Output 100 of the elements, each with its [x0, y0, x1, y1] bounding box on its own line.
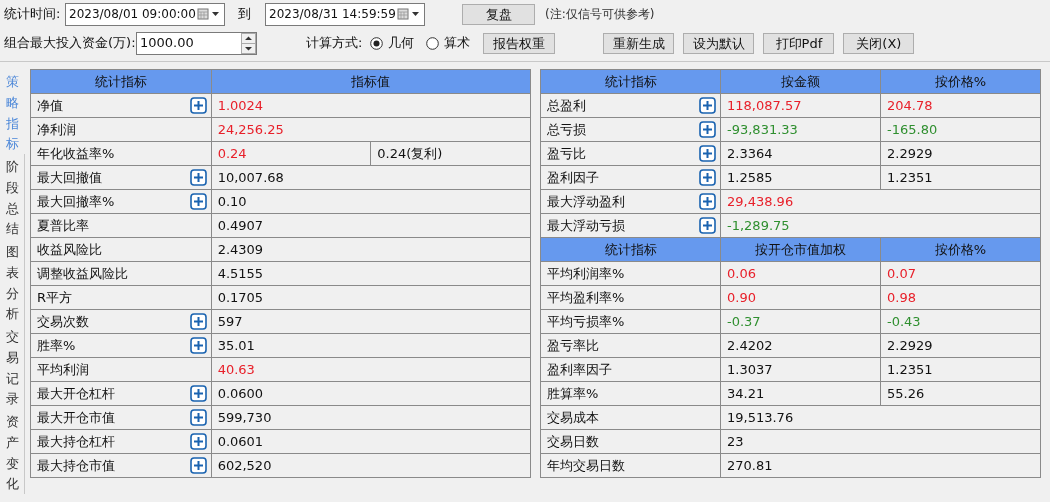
- metric-label: 盈亏率比: [547, 336, 600, 355]
- table-cell: 1.3037: [721, 358, 881, 382]
- table-cell: 0.07: [881, 262, 1041, 286]
- plus-icon[interactable]: [699, 169, 716, 186]
- table-cell: 10,007.68: [211, 166, 531, 190]
- table-cell: 1.0024: [211, 94, 531, 118]
- table-cell: 40.63: [211, 358, 531, 382]
- metric-label: 最大开仓市值: [37, 408, 116, 427]
- calendar-icon[interactable]: [197, 8, 221, 20]
- radio-icon[interactable]: [370, 36, 384, 50]
- table-cell: 118,087.57: [721, 94, 881, 118]
- field-label: 计算方式:: [306, 34, 363, 53]
- date-field[interactable]: 2023/08/31 14:59:59: [265, 2, 425, 26]
- column-header: 按金额: [721, 70, 881, 94]
- table-cell: 204.78: [881, 94, 1041, 118]
- table-cell: 0.06: [721, 262, 881, 286]
- action-button[interactable]: 重新生成: [603, 32, 675, 54]
- action-button[interactable]: 设为默认: [683, 32, 755, 54]
- plus-icon[interactable]: [699, 145, 716, 162]
- table-cell: 2.3364: [721, 142, 881, 166]
- field-label: 到: [238, 5, 252, 24]
- action-button[interactable]: 报告权重: [483, 33, 556, 54]
- side-tab[interactable]: 交易记录: [0, 324, 25, 409]
- table-cell: 1.2351: [881, 358, 1041, 382]
- metric-label: 胜算率%: [547, 384, 600, 403]
- table-cell: -0.37: [721, 310, 881, 334]
- capital-value: 1000.00: [140, 34, 195, 53]
- action-button[interactable]: 打印Pdf: [763, 32, 835, 54]
- table-cell: 0.0601: [211, 430, 531, 454]
- calendar-icon[interactable]: [397, 8, 421, 20]
- table-cell: 0.98: [881, 286, 1041, 310]
- date-field[interactable]: 2023/08/01 09:00:00: [65, 2, 225, 26]
- table-cell: 4.5155: [211, 262, 531, 286]
- table-cell: 597: [211, 310, 531, 334]
- metric-label: 最大回撤率%: [37, 192, 116, 211]
- table-cell: 2.2929: [881, 334, 1041, 358]
- metric-label: R平方: [37, 288, 74, 307]
- table-cell: 55.26: [881, 382, 1041, 406]
- table-cell: 0.24: [211, 142, 372, 166]
- column-header: 按价格%: [881, 70, 1041, 94]
- metric-label: 总盈利: [547, 96, 587, 115]
- plus-icon[interactable]: [699, 121, 716, 138]
- metric-label: 年化收益率%: [37, 144, 116, 163]
- metric-label: 净利润: [37, 120, 77, 139]
- table-cell: 1.2585: [721, 166, 881, 190]
- spinner-icon[interactable]: [241, 32, 256, 54]
- radio-icon[interactable]: [426, 36, 440, 50]
- column-header: 统计指标: [541, 70, 721, 94]
- plus-icon[interactable]: [699, 97, 716, 114]
- table-cell: 23: [721, 430, 1041, 454]
- column-header: 统计指标: [541, 238, 721, 262]
- field-label: 组合最大投入资金(万):: [4, 34, 136, 53]
- plus-icon[interactable]: [189, 385, 207, 402]
- metric-label: 盈利率因子: [547, 360, 613, 379]
- metric-label: 净值: [37, 96, 64, 115]
- metric-label: 胜率%: [37, 336, 77, 355]
- table-cell: 19,513.76: [721, 406, 1041, 430]
- metric-label: 平均亏损率%: [547, 312, 626, 331]
- column-header: 按开仓市值加权: [721, 238, 881, 262]
- table-cell: 34.21: [721, 382, 881, 406]
- plus-icon[interactable]: [699, 193, 716, 210]
- table-cell: 1.2351: [881, 166, 1041, 190]
- table-cell: 0.1705: [211, 286, 531, 310]
- plus-icon[interactable]: [189, 409, 207, 426]
- metric-label: 最大浮动亏损: [547, 216, 626, 235]
- table-cell: 599,730: [211, 406, 531, 430]
- metric-label: 交易次数: [37, 312, 90, 331]
- metric-label: 最大浮动盈利: [547, 192, 626, 211]
- column-header: 统计指标: [31, 70, 212, 94]
- metric-label: 总亏损: [547, 120, 587, 139]
- side-tab[interactable]: 阶段总结: [0, 154, 25, 239]
- date-value: 2023/08/31 14:59:59: [269, 6, 397, 23]
- plus-icon[interactable]: [189, 337, 207, 354]
- metric-label: 平均利润率%: [547, 264, 626, 283]
- metric-label: 平均利润: [37, 360, 90, 379]
- plus-icon[interactable]: [189, 457, 207, 474]
- capital-spin-field[interactable]: 1000.00: [136, 31, 257, 55]
- table-cell: 2.4309: [211, 238, 531, 262]
- plus-icon[interactable]: [189, 97, 207, 114]
- metric-label: 收益风险比: [37, 240, 103, 259]
- side-tab[interactable]: 资产变化: [0, 409, 25, 494]
- radio-option[interactable]: 几何: [370, 33, 415, 53]
- side-tab[interactable]: 图表分析: [0, 239, 25, 324]
- table-cell: 602,520: [211, 454, 531, 478]
- plus-icon[interactable]: [699, 217, 716, 234]
- plus-icon[interactable]: [189, 169, 207, 186]
- table-cell: 35.01: [211, 334, 531, 358]
- table-cell: 0.90: [721, 286, 881, 310]
- plus-icon[interactable]: [189, 433, 207, 450]
- table-cell: 2.4202: [721, 334, 881, 358]
- table-cell: 2.2929: [881, 142, 1041, 166]
- plus-icon[interactable]: [189, 313, 207, 330]
- table-cell: 29,438.96: [721, 190, 1041, 214]
- metric-label: 最大持仓杠杆: [37, 432, 116, 451]
- action-button[interactable]: 关闭(X): [843, 32, 915, 54]
- replay-button[interactable]: 复盘: [462, 3, 535, 25]
- radio-option[interactable]: 算术: [426, 33, 471, 53]
- table-cell: -165.80: [881, 118, 1041, 142]
- plus-icon[interactable]: [189, 193, 207, 210]
- note-text: (注:仅信号可供参考): [545, 6, 655, 23]
